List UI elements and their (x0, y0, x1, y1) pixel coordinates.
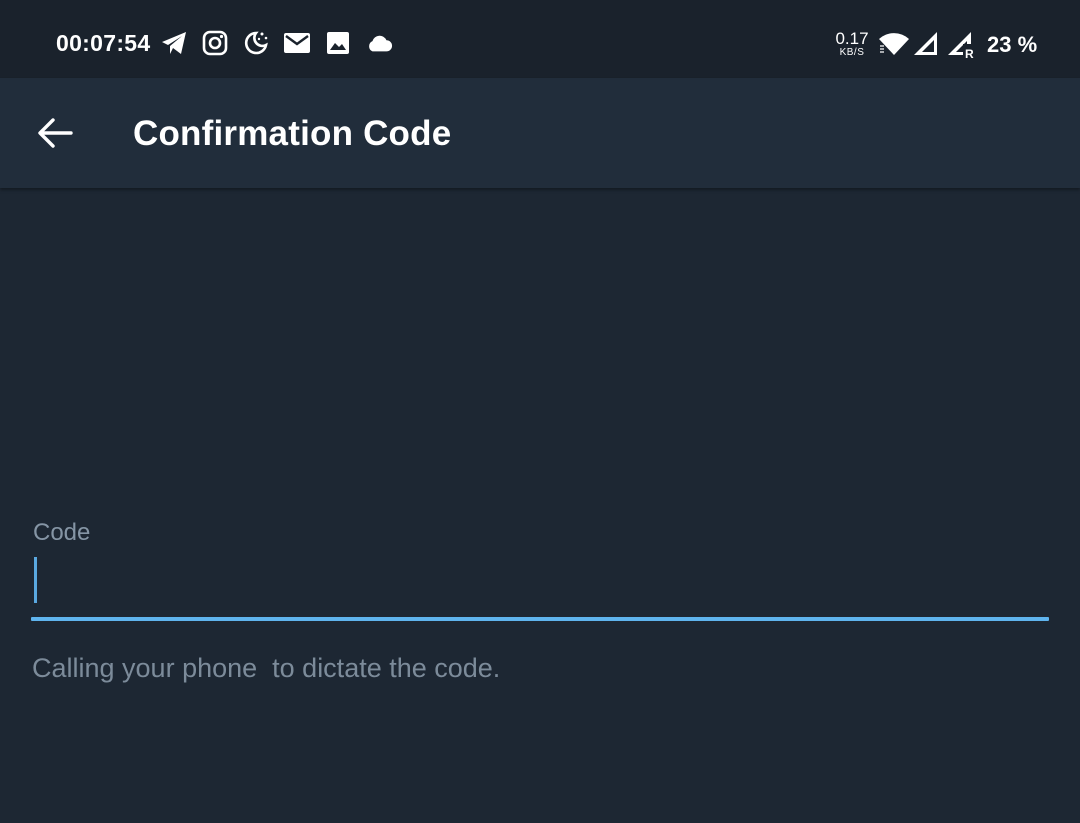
back-button[interactable] (26, 104, 84, 162)
code-label: Code (33, 519, 91, 546)
status-time: 00:07:54 (56, 30, 151, 56)
confirmation-code-screen: 00:07:54 0.17 KB/S R 23 % Confirmation C… (0, 0, 1080, 823)
instagram-icon (201, 29, 229, 57)
arrow-left-icon (38, 118, 73, 148)
roaming-label: R (965, 47, 974, 59)
network-speed-value: 0.17 (835, 29, 869, 48)
wifi-icon (878, 32, 910, 61)
notification-icons (160, 29, 393, 57)
battery-level: 23 % (987, 32, 1038, 57)
cloud-icon (365, 29, 393, 57)
cell-signal-icon (912, 31, 940, 62)
call-hint-text: Calling your phone to dictate the code. (32, 653, 501, 683)
network-speed-unit: KB/S (839, 47, 865, 58)
status-bar: 00:07:54 0.17 KB/S R 23 % (0, 0, 1080, 78)
gallery-icon (324, 29, 352, 57)
code-input[interactable] (32, 552, 1048, 604)
app-bar: Confirmation Code (0, 78, 1080, 188)
mail-icon (283, 29, 311, 57)
telegram-icon (160, 29, 188, 57)
cell-signal-roaming-icon: R (946, 31, 976, 64)
code-input-underline (31, 617, 1049, 621)
network-speed: 0.17 KB/S (834, 30, 870, 58)
page-title: Confirmation Code (133, 114, 452, 153)
night-mode-icon (242, 29, 270, 57)
status-right-cluster: 0.17 KB/S R 23 % (820, 26, 1080, 62)
